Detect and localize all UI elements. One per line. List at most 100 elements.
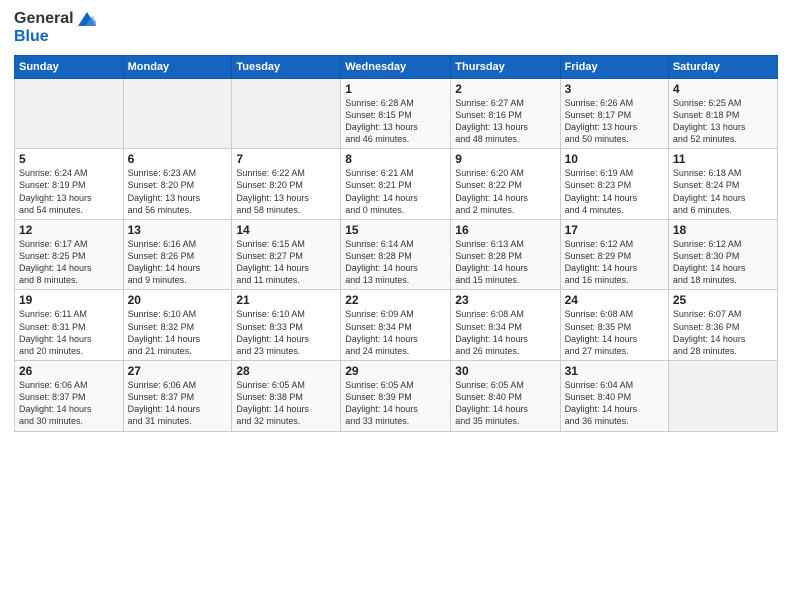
calendar-cell: 11Sunrise: 6:18 AM Sunset: 8:24 PM Dayli… bbox=[668, 149, 777, 220]
day-info: Sunrise: 6:09 AM Sunset: 8:34 PM Dayligh… bbox=[345, 308, 446, 357]
day-number: 20 bbox=[128, 293, 228, 307]
calendar-cell: 26Sunrise: 6:06 AM Sunset: 8:37 PM Dayli… bbox=[15, 361, 124, 432]
day-number: 23 bbox=[455, 293, 555, 307]
calendar-cell: 12Sunrise: 6:17 AM Sunset: 8:25 PM Dayli… bbox=[15, 219, 124, 290]
day-info: Sunrise: 6:13 AM Sunset: 8:28 PM Dayligh… bbox=[455, 238, 555, 287]
calendar-cell: 1Sunrise: 6:28 AM Sunset: 8:15 PM Daylig… bbox=[341, 78, 451, 149]
calendar-header-monday: Monday bbox=[123, 55, 232, 78]
header: General Blue bbox=[14, 10, 778, 47]
calendar-table: SundayMondayTuesdayWednesdayThursdayFrid… bbox=[14, 55, 778, 432]
day-number: 27 bbox=[128, 364, 228, 378]
calendar-week-row: 1Sunrise: 6:28 AM Sunset: 8:15 PM Daylig… bbox=[15, 78, 778, 149]
calendar-header-sunday: Sunday bbox=[15, 55, 124, 78]
calendar-cell: 8Sunrise: 6:21 AM Sunset: 8:21 PM Daylig… bbox=[341, 149, 451, 220]
day-info: Sunrise: 6:08 AM Sunset: 8:35 PM Dayligh… bbox=[565, 308, 664, 357]
day-info: Sunrise: 6:20 AM Sunset: 8:22 PM Dayligh… bbox=[455, 167, 555, 216]
day-number: 5 bbox=[19, 152, 119, 166]
calendar-cell: 21Sunrise: 6:10 AM Sunset: 8:33 PM Dayli… bbox=[232, 290, 341, 361]
calendar-cell: 10Sunrise: 6:19 AM Sunset: 8:23 PM Dayli… bbox=[560, 149, 668, 220]
calendar-cell: 2Sunrise: 6:27 AM Sunset: 8:16 PM Daylig… bbox=[451, 78, 560, 149]
calendar-header-thursday: Thursday bbox=[451, 55, 560, 78]
day-info: Sunrise: 6:25 AM Sunset: 8:18 PM Dayligh… bbox=[673, 97, 773, 146]
day-info: Sunrise: 6:04 AM Sunset: 8:40 PM Dayligh… bbox=[565, 379, 664, 428]
calendar-header-friday: Friday bbox=[560, 55, 668, 78]
day-number: 2 bbox=[455, 82, 555, 96]
day-info: Sunrise: 6:19 AM Sunset: 8:23 PM Dayligh… bbox=[565, 167, 664, 216]
calendar-cell: 23Sunrise: 6:08 AM Sunset: 8:34 PM Dayli… bbox=[451, 290, 560, 361]
day-number: 10 bbox=[565, 152, 664, 166]
calendar-cell: 6Sunrise: 6:23 AM Sunset: 8:20 PM Daylig… bbox=[123, 149, 232, 220]
day-number: 3 bbox=[565, 82, 664, 96]
day-info: Sunrise: 6:11 AM Sunset: 8:31 PM Dayligh… bbox=[19, 308, 119, 357]
day-number: 24 bbox=[565, 293, 664, 307]
day-number: 29 bbox=[345, 364, 446, 378]
day-number: 12 bbox=[19, 223, 119, 237]
calendar-week-row: 12Sunrise: 6:17 AM Sunset: 8:25 PM Dayli… bbox=[15, 219, 778, 290]
day-info: Sunrise: 6:27 AM Sunset: 8:16 PM Dayligh… bbox=[455, 97, 555, 146]
day-info: Sunrise: 6:10 AM Sunset: 8:32 PM Dayligh… bbox=[128, 308, 228, 357]
day-info: Sunrise: 6:14 AM Sunset: 8:28 PM Dayligh… bbox=[345, 238, 446, 287]
calendar-cell: 15Sunrise: 6:14 AM Sunset: 8:28 PM Dayli… bbox=[341, 219, 451, 290]
day-number: 26 bbox=[19, 364, 119, 378]
calendar-cell: 27Sunrise: 6:06 AM Sunset: 8:37 PM Dayli… bbox=[123, 361, 232, 432]
day-info: Sunrise: 6:17 AM Sunset: 8:25 PM Dayligh… bbox=[19, 238, 119, 287]
day-info: Sunrise: 6:18 AM Sunset: 8:24 PM Dayligh… bbox=[673, 167, 773, 216]
day-number: 18 bbox=[673, 223, 773, 237]
calendar-week-row: 5Sunrise: 6:24 AM Sunset: 8:19 PM Daylig… bbox=[15, 149, 778, 220]
calendar-cell: 9Sunrise: 6:20 AM Sunset: 8:22 PM Daylig… bbox=[451, 149, 560, 220]
calendar-cell bbox=[668, 361, 777, 432]
calendar-cell: 14Sunrise: 6:15 AM Sunset: 8:27 PM Dayli… bbox=[232, 219, 341, 290]
day-info: Sunrise: 6:10 AM Sunset: 8:33 PM Dayligh… bbox=[236, 308, 336, 357]
calendar-cell bbox=[15, 78, 124, 149]
calendar-cell: 3Sunrise: 6:26 AM Sunset: 8:17 PM Daylig… bbox=[560, 78, 668, 149]
day-number: 7 bbox=[236, 152, 336, 166]
calendar-cell: 29Sunrise: 6:05 AM Sunset: 8:39 PM Dayli… bbox=[341, 361, 451, 432]
day-info: Sunrise: 6:21 AM Sunset: 8:21 PM Dayligh… bbox=[345, 167, 446, 216]
day-info: Sunrise: 6:08 AM Sunset: 8:34 PM Dayligh… bbox=[455, 308, 555, 357]
day-number: 9 bbox=[455, 152, 555, 166]
day-info: Sunrise: 6:26 AM Sunset: 8:17 PM Dayligh… bbox=[565, 97, 664, 146]
day-number: 6 bbox=[128, 152, 228, 166]
calendar-cell: 17Sunrise: 6:12 AM Sunset: 8:29 PM Dayli… bbox=[560, 219, 668, 290]
day-info: Sunrise: 6:12 AM Sunset: 8:29 PM Dayligh… bbox=[565, 238, 664, 287]
calendar-cell: 18Sunrise: 6:12 AM Sunset: 8:30 PM Dayli… bbox=[668, 219, 777, 290]
calendar-cell: 7Sunrise: 6:22 AM Sunset: 8:20 PM Daylig… bbox=[232, 149, 341, 220]
day-info: Sunrise: 6:07 AM Sunset: 8:36 PM Dayligh… bbox=[673, 308, 773, 357]
day-number: 14 bbox=[236, 223, 336, 237]
day-info: Sunrise: 6:22 AM Sunset: 8:20 PM Dayligh… bbox=[236, 167, 336, 216]
calendar-week-row: 26Sunrise: 6:06 AM Sunset: 8:37 PM Dayli… bbox=[15, 361, 778, 432]
day-info: Sunrise: 6:23 AM Sunset: 8:20 PM Dayligh… bbox=[128, 167, 228, 216]
day-info: Sunrise: 6:05 AM Sunset: 8:39 PM Dayligh… bbox=[345, 379, 446, 428]
day-info: Sunrise: 6:15 AM Sunset: 8:27 PM Dayligh… bbox=[236, 238, 336, 287]
day-number: 19 bbox=[19, 293, 119, 307]
calendar-cell: 4Sunrise: 6:25 AM Sunset: 8:18 PM Daylig… bbox=[668, 78, 777, 149]
logo: General Blue bbox=[14, 10, 96, 47]
calendar-header-row: SundayMondayTuesdayWednesdayThursdayFrid… bbox=[15, 55, 778, 78]
day-number: 1 bbox=[345, 82, 446, 96]
day-number: 15 bbox=[345, 223, 446, 237]
day-number: 21 bbox=[236, 293, 336, 307]
day-number: 31 bbox=[565, 364, 664, 378]
calendar-cell bbox=[232, 78, 341, 149]
calendar-cell: 25Sunrise: 6:07 AM Sunset: 8:36 PM Dayli… bbox=[668, 290, 777, 361]
day-info: Sunrise: 6:06 AM Sunset: 8:37 PM Dayligh… bbox=[128, 379, 228, 428]
day-info: Sunrise: 6:05 AM Sunset: 8:38 PM Dayligh… bbox=[236, 379, 336, 428]
logo-blue: Blue bbox=[14, 28, 96, 46]
logo-general: General bbox=[14, 10, 96, 28]
day-number: 17 bbox=[565, 223, 664, 237]
day-info: Sunrise: 6:05 AM Sunset: 8:40 PM Dayligh… bbox=[455, 379, 555, 428]
calendar-cell: 16Sunrise: 6:13 AM Sunset: 8:28 PM Dayli… bbox=[451, 219, 560, 290]
day-info: Sunrise: 6:06 AM Sunset: 8:37 PM Dayligh… bbox=[19, 379, 119, 428]
calendar-cell: 30Sunrise: 6:05 AM Sunset: 8:40 PM Dayli… bbox=[451, 361, 560, 432]
day-number: 28 bbox=[236, 364, 336, 378]
page: General Blue SundayMondayTuesdayWednesda… bbox=[0, 0, 792, 612]
day-number: 16 bbox=[455, 223, 555, 237]
day-number: 30 bbox=[455, 364, 555, 378]
day-number: 11 bbox=[673, 152, 773, 166]
day-info: Sunrise: 6:24 AM Sunset: 8:19 PM Dayligh… bbox=[19, 167, 119, 216]
calendar-cell: 13Sunrise: 6:16 AM Sunset: 8:26 PM Dayli… bbox=[123, 219, 232, 290]
calendar-cell: 24Sunrise: 6:08 AM Sunset: 8:35 PM Dayli… bbox=[560, 290, 668, 361]
day-info: Sunrise: 6:28 AM Sunset: 8:15 PM Dayligh… bbox=[345, 97, 446, 146]
calendar-cell: 19Sunrise: 6:11 AM Sunset: 8:31 PM Dayli… bbox=[15, 290, 124, 361]
day-number: 13 bbox=[128, 223, 228, 237]
